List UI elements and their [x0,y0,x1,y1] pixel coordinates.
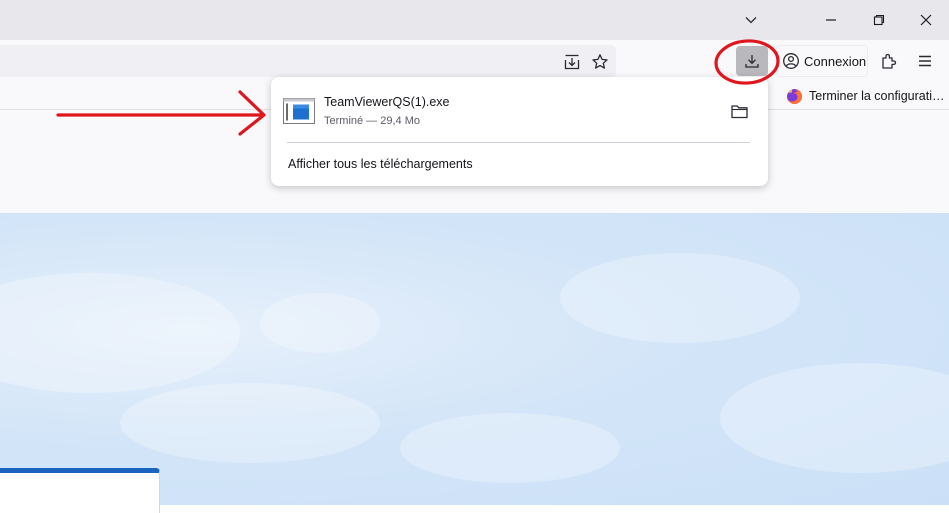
list-all-tabs-button[interactable] [728,0,774,40]
sign-in-button[interactable]: Connexion [776,45,868,77]
download-icon [745,55,759,68]
content-card [0,468,160,513]
firefox-logo-icon [787,88,803,104]
restore-button[interactable] [856,0,902,40]
minimize-button[interactable] [808,0,854,40]
hero-background [0,213,949,505]
title-bar [0,0,949,40]
bookmark-star-icon [592,54,608,69]
chevron-down-icon [745,17,757,24]
exe-file-icon [283,98,315,124]
extensions-icon [882,53,897,69]
download-file-name[interactable]: TeamViewerQS(1).exe [324,95,450,109]
close-button[interactable] [903,0,949,40]
restore-icon [873,14,885,26]
download-item[interactable] [283,98,315,124]
folder-icon [730,104,748,118]
minimize-icon [826,19,836,21]
open-containing-folder-button[interactable] [728,101,750,121]
save-to-pocket-button[interactable] [563,53,581,71]
navigation-toolbar: Connexion [0,40,949,81]
sign-in-label: Connexion [804,53,867,69]
application-menu-button[interactable] [914,50,936,72]
close-icon [920,14,932,26]
bookmark-finish-setup[interactable]: Terminer la configurati… [786,87,944,105]
account-icon [783,53,799,69]
bookmark-page-button[interactable] [591,53,609,71]
url-bar[interactable] [0,45,616,77]
show-all-downloads-link[interactable]: Afficher tous les téléchargements [288,157,473,171]
downloads-button[interactable] [736,46,768,76]
download-status: Terminé — 29,4 Mo [324,115,420,127]
save-to-pocket-icon [564,54,580,70]
extensions-button[interactable] [878,50,900,72]
panel-separator [287,142,750,143]
bookmark-label: Terminer la configurati… [809,89,945,103]
menu-icon [919,55,931,67]
downloads-panel: TeamViewerQS(1).exe Terminé — 29,4 Mo Af… [271,77,768,186]
